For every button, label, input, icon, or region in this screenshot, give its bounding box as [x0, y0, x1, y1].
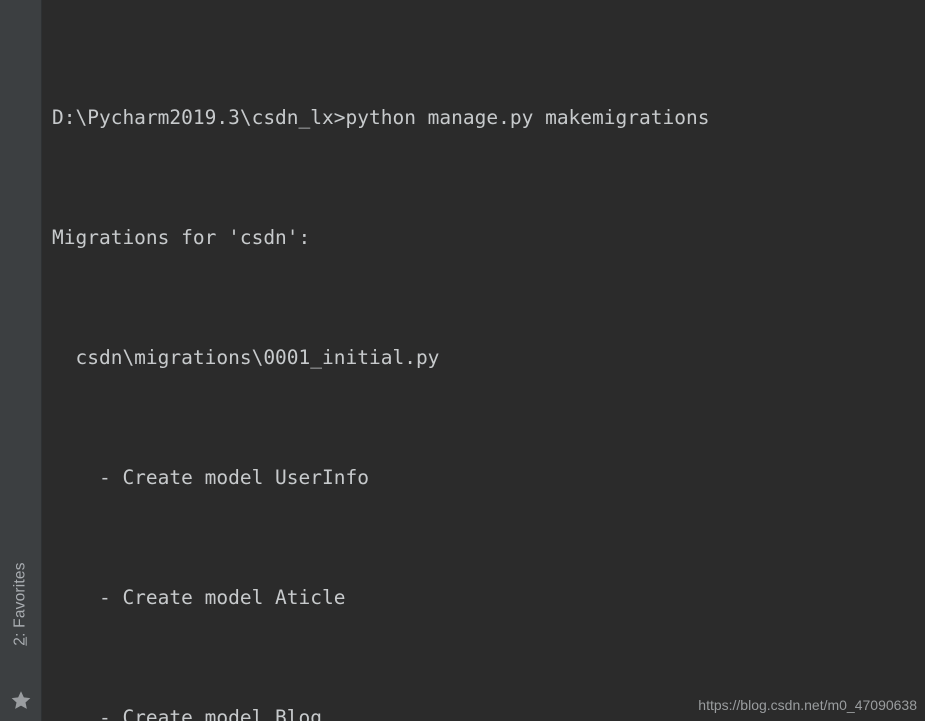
terminal-line: - Create model UserInfo	[52, 466, 369, 489]
tool-window-sidebar: 2: Favorites	[0, 0, 42, 721]
pycharm-terminal-window: 2: Favorites D:\Pycharm2019.3\csdn_lx>py…	[0, 0, 925, 721]
favorites-text: Favorites	[12, 562, 30, 628]
sidebar-item-favorites[interactable]: 2: Favorites	[0, 529, 42, 679]
favorites-separator: :	[12, 627, 30, 637]
terminal-line: Migrations for 'csdn':	[52, 226, 311, 249]
favorites-hotkey: 2	[12, 636, 30, 646]
terminal-line: D:\Pycharm2019.3\csdn_lx>python manage.p…	[52, 106, 710, 129]
terminal-line: - Create model Blog	[52, 706, 323, 721]
terminal-text-block: D:\Pycharm2019.3\csdn_lx>python manage.p…	[42, 0, 709, 721]
star-icon[interactable]	[0, 683, 42, 717]
watermark-url: https://blog.csdn.net/m0_47090638	[698, 697, 917, 713]
favorites-tool-button-label: 2: Favorites	[12, 562, 30, 645]
terminal-line: csdn\migrations\0001_initial.py	[52, 346, 440, 369]
terminal-output-pane[interactable]: D:\Pycharm2019.3\csdn_lx>python manage.p…	[42, 0, 925, 721]
terminal-line: - Create model Aticle	[52, 586, 346, 609]
